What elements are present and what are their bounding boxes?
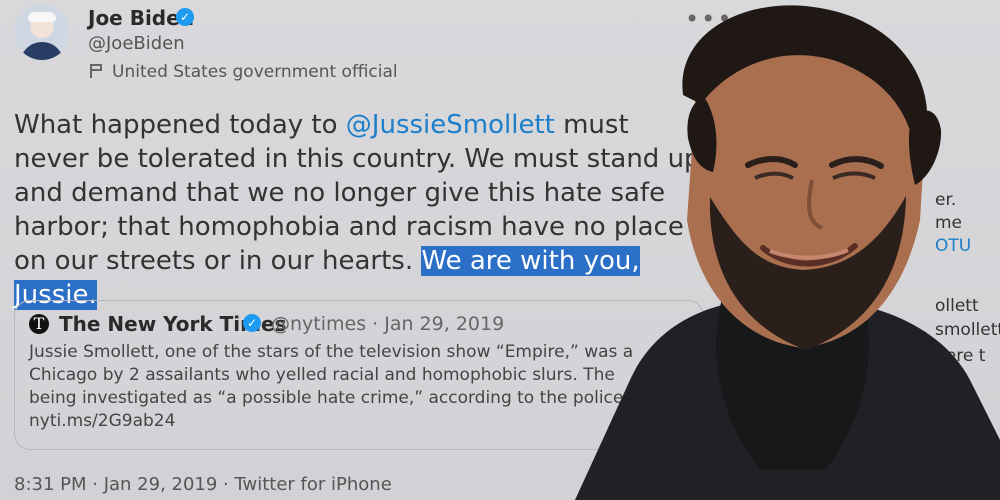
government-label: United States government official bbox=[88, 62, 398, 82]
author-handle[interactable]: @JoeBiden bbox=[88, 33, 185, 54]
quoted-handle-date[interactable]: @nytimes · Jan 29, 2019 bbox=[271, 313, 504, 335]
avatar-hair bbox=[28, 12, 56, 22]
government-label-text: United States government official bbox=[112, 62, 398, 82]
avatar-suit bbox=[20, 42, 64, 60]
verified-icon: ✓ bbox=[176, 8, 194, 26]
verified-icon: ✓ bbox=[243, 314, 261, 332]
tweet-text-prefix: What happened today to bbox=[14, 110, 346, 140]
person-illustration bbox=[575, 5, 1000, 500]
tweet-timestamp[interactable]: 8:31 PM · Jan 29, 2019 · Twitter for iPh… bbox=[14, 474, 392, 495]
quoted-text: Jussie Smollett, one of the stars of the… bbox=[29, 342, 634, 431]
person-photo bbox=[575, 0, 1000, 500]
flag-icon bbox=[88, 63, 104, 79]
nyt-logo: T bbox=[29, 314, 49, 334]
mention-link[interactable]: @JussieSmollett bbox=[346, 110, 555, 140]
avatar[interactable] bbox=[14, 4, 70, 60]
